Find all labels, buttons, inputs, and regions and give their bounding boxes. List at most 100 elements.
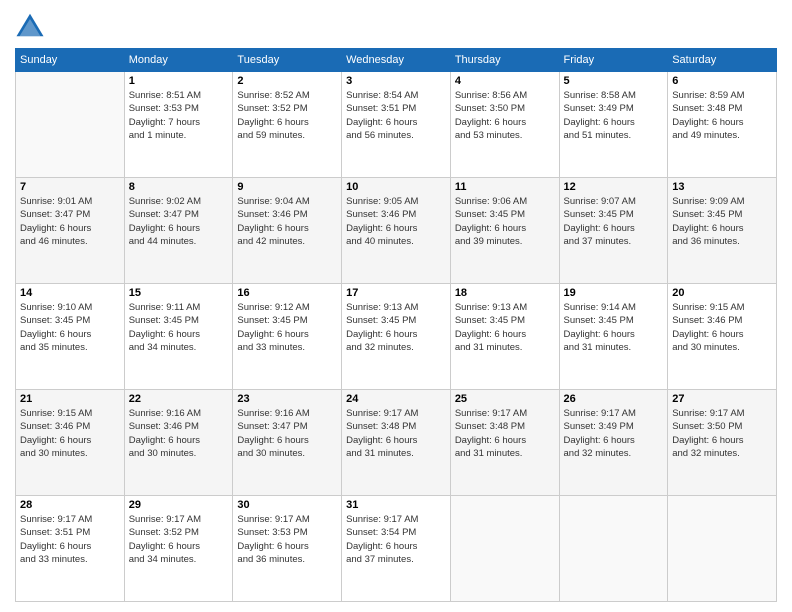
day-number: 15 — [129, 287, 229, 299]
day-info: Sunrise: 9:17 AM Sunset: 3:48 PM Dayligh… — [346, 407, 446, 460]
day-number: 30 — [237, 499, 337, 511]
day-number: 14 — [20, 287, 120, 299]
calendar-week-row: 1Sunrise: 8:51 AM Sunset: 3:53 PM Daylig… — [16, 72, 777, 178]
calendar-cell: 22 Sunrise: 9:16 AM Sunset: 3:46 PM Dayli… — [124, 390, 233, 496]
day-info: Sunrise: 9:13 AM Sunset: 3:45 PM Dayligh… — [346, 301, 446, 354]
day-info: Sunrise: 9:17 AM Sunset: 3:51 PM Dayligh… — [20, 513, 120, 566]
day-number: 19 — [564, 287, 664, 299]
day-info: Sunrise: 9:15 AM Sunset: 3:46 PM Dayligh… — [20, 407, 120, 460]
day-info: Sunrise: 9:09 AM Sunset: 3:45 PM Dayligh… — [672, 195, 772, 248]
day-number: 31 — [346, 499, 446, 511]
weekday-header-monday: Monday — [124, 49, 233, 72]
calendar-cell — [450, 496, 559, 602]
calendar-cell: 26Sunrise: 9:17 AM Sunset: 3:49 PM Dayli… — [559, 390, 668, 496]
calendar-week-row: 28 Sunrise: 9:17 AM Sunset: 3:51 PM Dayli… — [16, 496, 777, 602]
day-number: 20 — [672, 287, 772, 299]
calendar-cell — [668, 496, 777, 602]
day-number: 2 — [237, 75, 337, 87]
calendar-cell: 28 Sunrise: 9:17 AM Sunset: 3:51 PM Dayli… — [16, 496, 125, 602]
calendar-cell: 7 Sunrise: 9:01 AM Sunset: 3:47 PM Daylig… — [16, 178, 125, 284]
logo — [15, 10, 49, 40]
day-info: Sunrise: 8:52 AM Sunset: 3:52 PM Dayligh… — [237, 89, 337, 142]
calendar-cell: 23Sunrise: 9:16 AM Sunset: 3:47 PM Dayli… — [233, 390, 342, 496]
calendar-cell: 2 Sunrise: 8:52 AM Sunset: 3:52 PM Daylig… — [233, 72, 342, 178]
day-info: Sunrise: 9:17 AM Sunset: 3:50 PM Dayligh… — [672, 407, 772, 460]
day-info: Sunrise: 9:01 AM Sunset: 3:47 PM Dayligh… — [20, 195, 120, 248]
calendar-cell: 25Sunrise: 9:17 AM Sunset: 3:48 PM Dayli… — [450, 390, 559, 496]
calendar-cell: 31 Sunrise: 9:17 AM Sunset: 3:54 PM Dayli… — [342, 496, 451, 602]
day-number: 26 — [564, 393, 664, 405]
day-info: Sunrise: 9:13 AM Sunset: 3:45 PM Dayligh… — [455, 301, 555, 354]
calendar-cell: 4Sunrise: 8:56 AM Sunset: 3:50 PM Daylig… — [450, 72, 559, 178]
calendar-week-row: 21 Sunrise: 9:15 AM Sunset: 3:46 PM Dayli… — [16, 390, 777, 496]
day-number: 29 — [129, 499, 229, 511]
day-number: 22 — [129, 393, 229, 405]
day-number: 21 — [20, 393, 120, 405]
calendar-cell: 17 Sunrise: 9:13 AM Sunset: 3:45 PM Dayli… — [342, 284, 451, 390]
calendar-cell: 13Sunrise: 9:09 AM Sunset: 3:45 PM Dayli… — [668, 178, 777, 284]
calendar-cell — [559, 496, 668, 602]
day-info: Sunrise: 9:10 AM Sunset: 3:45 PM Dayligh… — [20, 301, 120, 354]
weekday-header-sunday: Sunday — [16, 49, 125, 72]
day-info: Sunrise: 8:51 AM Sunset: 3:53 PM Dayligh… — [129, 89, 229, 142]
day-info: Sunrise: 9:15 AM Sunset: 3:46 PM Dayligh… — [672, 301, 772, 354]
day-number: 24 — [346, 393, 446, 405]
calendar-week-row: 14 Sunrise: 9:10 AM Sunset: 3:45 PM Dayli… — [16, 284, 777, 390]
calendar-cell: 29Sunrise: 9:17 AM Sunset: 3:52 PM Dayli… — [124, 496, 233, 602]
calendar-cell: 16 Sunrise: 9:12 AM Sunset: 3:45 PM Dayli… — [233, 284, 342, 390]
day-info: Sunrise: 8:59 AM Sunset: 3:48 PM Dayligh… — [672, 89, 772, 142]
day-info: Sunrise: 9:07 AM Sunset: 3:45 PM Dayligh… — [564, 195, 664, 248]
day-number: 16 — [237, 287, 337, 299]
day-number: 27 — [672, 393, 772, 405]
day-info: Sunrise: 9:11 AM Sunset: 3:45 PM Dayligh… — [129, 301, 229, 354]
day-number: 8 — [129, 181, 229, 193]
calendar-cell: 24 Sunrise: 9:17 AM Sunset: 3:48 PM Dayli… — [342, 390, 451, 496]
day-info: Sunrise: 8:56 AM Sunset: 3:50 PM Dayligh… — [455, 89, 555, 142]
day-info: Sunrise: 8:54 AM Sunset: 3:51 PM Dayligh… — [346, 89, 446, 142]
calendar-cell: 11 Sunrise: 9:06 AM Sunset: 3:45 PM Dayli… — [450, 178, 559, 284]
day-info: Sunrise: 9:14 AM Sunset: 3:45 PM Dayligh… — [564, 301, 664, 354]
day-number: 11 — [455, 181, 555, 193]
calendar-cell: 12Sunrise: 9:07 AM Sunset: 3:45 PM Dayli… — [559, 178, 668, 284]
weekday-header-thursday: Thursday — [450, 49, 559, 72]
calendar-cell: 21 Sunrise: 9:15 AM Sunset: 3:46 PM Dayli… — [16, 390, 125, 496]
calendar-cell — [16, 72, 125, 178]
day-info: Sunrise: 9:04 AM Sunset: 3:46 PM Dayligh… — [237, 195, 337, 248]
calendar-cell: 27 Sunrise: 9:17 AM Sunset: 3:50 PM Dayli… — [668, 390, 777, 496]
day-number: 10 — [346, 181, 446, 193]
calendar-week-row: 7 Sunrise: 9:01 AM Sunset: 3:47 PM Daylig… — [16, 178, 777, 284]
weekday-header-tuesday: Tuesday — [233, 49, 342, 72]
day-info: Sunrise: 9:17 AM Sunset: 3:53 PM Dayligh… — [237, 513, 337, 566]
day-number: 7 — [20, 181, 120, 193]
calendar-cell: 15 Sunrise: 9:11 AM Sunset: 3:45 PM Dayli… — [124, 284, 233, 390]
calendar-cell: 5 Sunrise: 8:58 AM Sunset: 3:49 PM Daylig… — [559, 72, 668, 178]
calendar-cell: 18 Sunrise: 9:13 AM Sunset: 3:45 PM Dayli… — [450, 284, 559, 390]
calendar-cell: 1Sunrise: 8:51 AM Sunset: 3:53 PM Daylig… — [124, 72, 233, 178]
calendar-table: SundayMondayTuesdayWednesdayThursdayFrid… — [15, 48, 777, 602]
calendar-cell: 20 Sunrise: 9:15 AM Sunset: 3:46 PM Dayli… — [668, 284, 777, 390]
day-info: Sunrise: 9:02 AM Sunset: 3:47 PM Dayligh… — [129, 195, 229, 248]
day-info: Sunrise: 9:12 AM Sunset: 3:45 PM Dayligh… — [237, 301, 337, 354]
day-info: Sunrise: 9:05 AM Sunset: 3:46 PM Dayligh… — [346, 195, 446, 248]
weekday-header-row: SundayMondayTuesdayWednesdayThursdayFrid… — [16, 49, 777, 72]
header — [15, 10, 777, 40]
day-number: 23 — [237, 393, 337, 405]
weekday-header-wednesday: Wednesday — [342, 49, 451, 72]
calendar-cell: 10 Sunrise: 9:05 AM Sunset: 3:46 PM Dayli… — [342, 178, 451, 284]
day-info: Sunrise: 9:17 AM Sunset: 3:48 PM Dayligh… — [455, 407, 555, 460]
day-info: Sunrise: 9:06 AM Sunset: 3:45 PM Dayligh… — [455, 195, 555, 248]
calendar-cell: 9 Sunrise: 9:04 AM Sunset: 3:46 PM Daylig… — [233, 178, 342, 284]
day-number: 28 — [20, 499, 120, 511]
day-number: 18 — [455, 287, 555, 299]
calendar-cell: 14 Sunrise: 9:10 AM Sunset: 3:45 PM Dayli… — [16, 284, 125, 390]
weekday-header-friday: Friday — [559, 49, 668, 72]
day-number: 3 — [346, 75, 446, 87]
calendar-cell: 6Sunrise: 8:59 AM Sunset: 3:48 PM Daylig… — [668, 72, 777, 178]
day-number: 17 — [346, 287, 446, 299]
calendar-cell: 3 Sunrise: 8:54 AM Sunset: 3:51 PM Daylig… — [342, 72, 451, 178]
day-info: Sunrise: 9:16 AM Sunset: 3:46 PM Dayligh… — [129, 407, 229, 460]
day-info: Sunrise: 8:58 AM Sunset: 3:49 PM Dayligh… — [564, 89, 664, 142]
day-info: Sunrise: 9:17 AM Sunset: 3:54 PM Dayligh… — [346, 513, 446, 566]
day-number: 9 — [237, 181, 337, 193]
day-number: 5 — [564, 75, 664, 87]
